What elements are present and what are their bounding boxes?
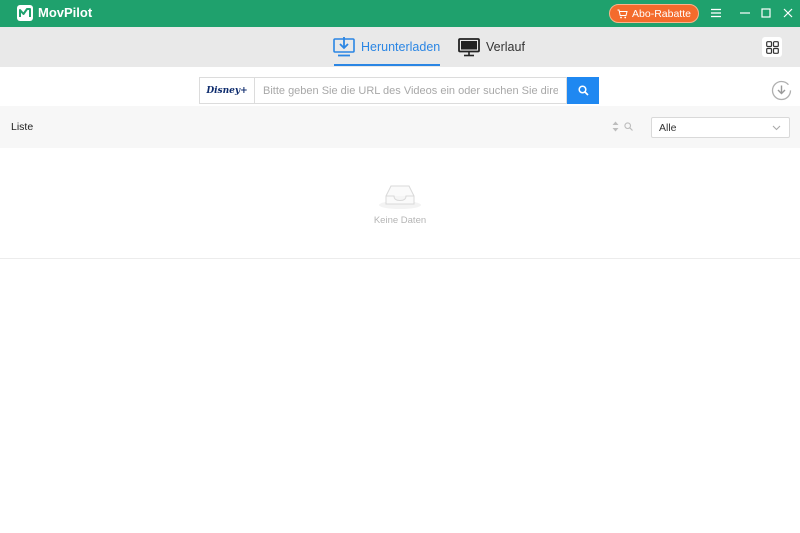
service-selector[interactable]: Disney+ — [199, 77, 254, 104]
download-monitor-icon — [333, 37, 355, 57]
minimize-icon — [740, 12, 750, 14]
active-tab-indicator — [334, 64, 441, 66]
filter-select[interactable]: Alle — [651, 117, 790, 138]
tab-history-label: Verlauf — [486, 40, 525, 54]
promo-label: Abo-Rabatte — [632, 7, 691, 20]
close-button[interactable] — [780, 5, 796, 21]
maximize-button[interactable] — [758, 5, 774, 21]
tab-history[interactable]: Verlauf — [458, 27, 525, 67]
nav-bar: Herunterladen Verlauf — [0, 27, 800, 67]
sort-icon[interactable] — [612, 121, 619, 132]
filter-value: Alle — [659, 121, 677, 134]
empty-state-text: Keine Daten — [373, 215, 427, 226]
list-search-icon[interactable] — [624, 122, 633, 131]
movpilot-logo-icon — [17, 5, 33, 21]
close-icon — [783, 8, 793, 18]
promo-button[interactable]: Abo-Rabatte — [609, 4, 699, 23]
search-button[interactable] — [567, 77, 599, 104]
search-bar: Disney+ — [199, 77, 599, 104]
empty-inbox-icon — [379, 185, 421, 209]
download-queue-icon[interactable] — [771, 80, 792, 101]
app-title: MovPilot — [38, 5, 93, 20]
cart-icon — [617, 9, 628, 18]
maximize-icon — [761, 8, 771, 18]
chevron-down-icon — [772, 125, 781, 131]
search-icon — [577, 85, 589, 96]
grid-view-button[interactable] — [762, 37, 782, 57]
tab-download[interactable]: Herunterladen — [333, 27, 441, 67]
tab-download-label: Herunterladen — [361, 40, 441, 54]
app-window: MovPilot Abo-Rabatte Herunterladen Verla… — [0, 0, 800, 533]
grid-icon — [765, 40, 779, 54]
search-input[interactable] — [254, 77, 567, 104]
title-bar: MovPilot Abo-Rabatte — [0, 0, 800, 27]
minimize-button[interactable] — [737, 5, 753, 21]
hamburger-menu-icon — [711, 8, 721, 18]
monitor-icon — [458, 38, 480, 57]
list-title: Liste — [11, 121, 34, 133]
menu-button[interactable] — [708, 5, 724, 21]
